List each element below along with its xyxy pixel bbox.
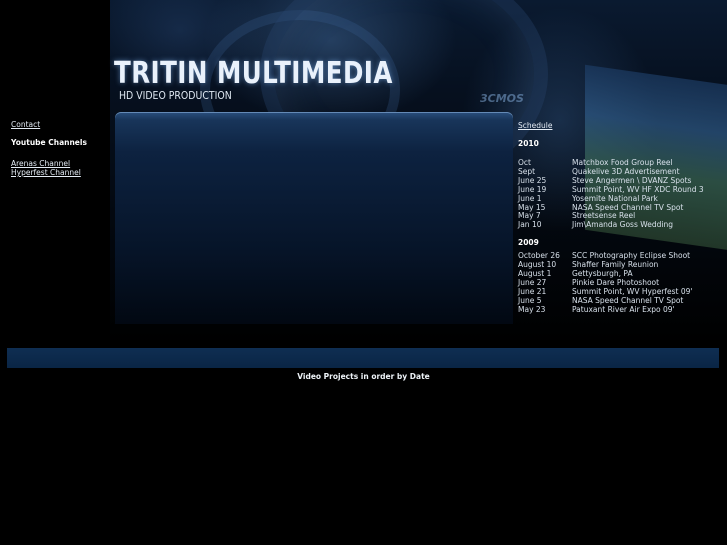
schedule-row: Jan 10 Jim\Amanda Goss Wedding	[518, 220, 718, 230]
footer-caption: Video Projects in order by Date	[297, 372, 430, 381]
contact-link[interactable]: Contact	[11, 120, 106, 129]
schedule-title: Jim\Amanda Goss Wedding	[572, 220, 673, 230]
schedule-row: May 23 Patuxant River Air Expo 09'	[518, 304, 718, 315]
year-heading: 2010	[518, 139, 539, 148]
site-subtitle: HD VIDEO PRODUCTION	[119, 89, 232, 102]
footer-bar	[7, 348, 719, 368]
schedule-date: May 23	[518, 304, 546, 314]
youtube-channels-heading: Youtube Channels	[11, 138, 87, 147]
schedule-title: Patuxant River Air Expo 09'	[572, 304, 675, 314]
hyperfest-channel-link[interactable]: Hyperfest Channel	[11, 168, 106, 177]
arenas-channel-link[interactable]: Arenas Channel	[11, 159, 106, 168]
camera-label: 3CMOS	[480, 92, 524, 105]
site-title: TRITIN MULTIMEDIA	[114, 56, 393, 91]
schedule-link[interactable]: Schedule	[518, 121, 718, 130]
schedule-panel: Schedule 2010 Oct Matchbox Food Group Ree…	[518, 121, 718, 315]
schedule-date: Jan 10	[518, 220, 542, 230]
left-nav: Contact Youtube Channels Arenas Channel …	[11, 120, 106, 177]
video-player-panel[interactable]	[115, 112, 513, 324]
year-heading: 2009	[518, 238, 539, 248]
